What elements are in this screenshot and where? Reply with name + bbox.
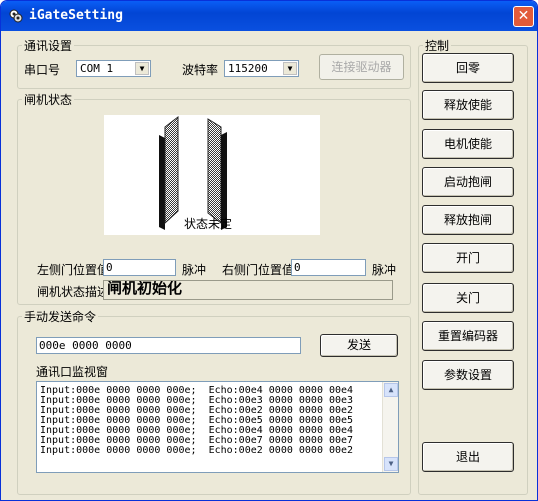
status-desc-label: 闸机状态描述	[37, 285, 110, 299]
open-door-button[interactable]: 开门	[422, 243, 514, 273]
port-label: 串口号	[24, 63, 61, 77]
gate-group-label: 闸机状态	[24, 93, 73, 107]
door-state-text: 状态未定	[184, 217, 233, 231]
release-brake-button[interactable]: 释放抱闸	[422, 205, 514, 235]
left-position-field[interactable]: 0	[103, 259, 176, 276]
parameter-settings-button[interactable]: 参数设置	[422, 360, 514, 390]
reset-encoder-button[interactable]: 重置编码器	[422, 321, 514, 351]
baud-select[interactable]: 115200 ▼	[224, 60, 299, 77]
right-unit-label: 脉冲	[372, 263, 397, 277]
scroll-down-icon[interactable]: ▼	[384, 457, 398, 471]
monitor-line: Input:000e 0000 0000 000e; Echo:00e2 000…	[40, 445, 354, 456]
motor-enable-button[interactable]: 电机使能	[422, 129, 514, 159]
monitor-label: 通讯口监视窗	[36, 365, 109, 379]
gate-diagram: 状态未定	[104, 115, 320, 235]
status-desc-value: 闸机初始化	[107, 280, 183, 297]
close-door-button[interactable]: 关门	[422, 283, 514, 313]
main-window: iGateSetting ✕ 通讯设置 串口号 COM 1 ▼ 波特率 1152…	[0, 0, 538, 501]
right-door-icon	[207, 118, 227, 230]
monitor-window[interactable]: Input:000e 0000 0000 000e; Echo:00e4 000…	[36, 381, 399, 473]
left-door-icon	[159, 115, 179, 230]
monitor-scrollbar[interactable]: ▲ ▼	[382, 382, 398, 472]
close-button[interactable]: ✕	[513, 6, 534, 27]
engage-brake-button[interactable]: 启动抱闸	[422, 167, 514, 197]
command-input[interactable]: 000e 0000 0000	[36, 337, 301, 354]
release-enable-button[interactable]: 释放使能	[422, 90, 514, 120]
scroll-up-icon[interactable]: ▲	[384, 383, 398, 397]
send-button[interactable]: 发送	[320, 334, 398, 357]
left-position-label: 左侧门位置值	[37, 263, 110, 277]
status-desc-field: 闸机初始化	[103, 280, 393, 300]
chevron-down-icon[interactable]: ▼	[283, 62, 297, 75]
title-bar[interactable]: iGateSetting ✕	[1, 1, 537, 31]
right-position-field[interactable]: 0	[291, 259, 366, 276]
right-position-label: 右侧门位置值	[222, 263, 295, 277]
exit-button[interactable]: 退出	[422, 442, 514, 472]
manual-group-label: 手动发送命令	[24, 310, 97, 324]
port-value: COM 1	[80, 62, 114, 75]
baud-value: 115200	[228, 62, 268, 75]
chevron-down-icon[interactable]: ▼	[135, 62, 149, 75]
control-group-label: 控制	[425, 39, 450, 53]
app-icon	[9, 9, 23, 23]
baud-label: 波特率	[182, 63, 219, 77]
connect-driver-button[interactable]: 连接驱动器	[319, 54, 404, 80]
client-area: 通讯设置 串口号 COM 1 ▼ 波特率 115200 ▼ 连接驱动器 闸机状态	[4, 31, 534, 499]
comm-group-label: 通讯设置	[24, 39, 73, 53]
port-select[interactable]: COM 1 ▼	[76, 60, 151, 77]
window-title: iGateSetting	[29, 8, 123, 23]
home-button[interactable]: 回零	[422, 53, 514, 83]
left-unit-label: 脉冲	[182, 263, 207, 277]
